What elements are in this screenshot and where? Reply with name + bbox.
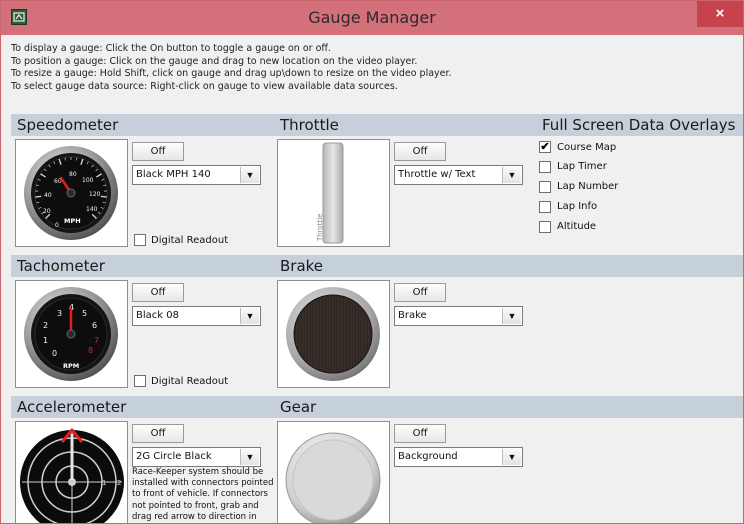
speedometer-label-80: 80 xyxy=(69,171,77,178)
overlay-course-map-checkbox[interactable]: ✔ xyxy=(539,141,551,153)
instruction-line: To position a gauge: Click on the gauge … xyxy=(11,55,418,67)
tachometer-unit: RPM xyxy=(63,362,79,370)
overlay-lap-number-label: Lap Number xyxy=(557,181,619,192)
chevron-down-icon[interactable]: ▼ xyxy=(240,449,259,465)
note-line: to front of vehicle. If connectors xyxy=(132,489,268,500)
note-line: Race-Keeper system should be xyxy=(132,467,264,477)
tachometer-label-0: 0 xyxy=(52,349,57,358)
overlay-altitude-checkbox[interactable] xyxy=(539,221,551,233)
tachometer-digital-readout-checkbox[interactable] xyxy=(134,375,146,387)
chevron-down-icon[interactable]: ▼ xyxy=(502,167,521,183)
chevron-down-icon[interactable]: ▼ xyxy=(240,167,259,183)
overlay-altitude-label: Altitude xyxy=(557,221,597,232)
tachometer-toggle-button[interactable]: Off xyxy=(132,283,184,302)
brake-title: Brake xyxy=(280,257,324,275)
throttle-title: Throttle xyxy=(280,116,339,134)
speedometer-tick xyxy=(64,157,66,161)
speedometer-tick xyxy=(35,195,42,198)
tachometer-label-3: 3 xyxy=(57,309,62,318)
speedometer-gauge-preview[interactable]: 0 20 40 60 80 100 120 140 MPH xyxy=(15,139,128,247)
speedometer-unit: MPH xyxy=(64,217,81,225)
speedometer-tick xyxy=(76,157,78,161)
throttle-gauge-preview[interactable]: Throttle xyxy=(277,139,390,247)
title-bar[interactable]: Gauge Manager × xyxy=(1,1,743,35)
chevron-down-icon[interactable]: ▼ xyxy=(240,308,259,324)
speedometer-label-100: 100 xyxy=(82,177,94,184)
accelerometer-toggle-button[interactable]: Off xyxy=(132,424,184,443)
tachometer-label-5: 5 xyxy=(82,309,87,318)
window-title: Gauge Manager xyxy=(308,8,436,27)
close-button[interactable]: × xyxy=(697,1,743,27)
throttle-bar-text: Throttle xyxy=(316,214,324,242)
gauge-manager-window: Gauge Manager × To display a gauge: Clic… xyxy=(0,0,744,524)
overlays-title: Full Screen Data Overlays xyxy=(542,116,736,134)
tachometer-title: Tachometer xyxy=(17,257,105,275)
tachometer-digital-readout-label: Digital Readout xyxy=(151,376,229,387)
overlay-lap-timer-checkbox[interactable] xyxy=(539,161,551,173)
speedometer-toggle-button[interactable]: Off xyxy=(132,142,184,161)
tachometer-label-1: 1 xyxy=(43,336,48,345)
tachometer-label-7: 7 xyxy=(94,336,99,345)
throttle-style-select[interactable]: Throttle w/ Text ▼ xyxy=(394,165,523,185)
accelerometer-ring-label-2: 2 xyxy=(117,479,121,487)
overlay-lap-info-checkbox[interactable] xyxy=(539,201,551,213)
speedometer-digital-readout-label: Digital Readout xyxy=(151,235,229,246)
chevron-down-icon[interactable]: ▼ xyxy=(502,308,521,324)
note-line: drag red arrow to direction in xyxy=(132,511,257,522)
overlay-lap-number-checkbox[interactable] xyxy=(539,181,551,193)
brake-style-select[interactable]: Brake ▼ xyxy=(394,306,523,326)
speedometer-label-140: 140 xyxy=(86,206,98,213)
tachometer-label-2: 2 xyxy=(43,321,48,330)
overlay-course-map-label: Course Map xyxy=(557,142,617,153)
instruction-line: To select gauge data source: Right-click… xyxy=(11,80,398,92)
accelerometer-ring-label-1: 1 xyxy=(102,479,106,487)
gear-gauge-preview[interactable] xyxy=(277,421,390,523)
instruction-line: To resize a gauge: Hold Shift, click on … xyxy=(11,68,452,80)
speedometer-label-0: 0 xyxy=(55,222,59,229)
accelerometer-note: Race-Keeper system should be installed w… xyxy=(132,467,274,523)
speedometer-label-40: 40 xyxy=(44,192,52,199)
tachometer-style-select[interactable]: Black 08 ▼ xyxy=(132,306,261,326)
tachometer-style-value: Black 08 xyxy=(136,310,179,321)
brake-style-value: Brake xyxy=(398,310,427,321)
instruction-line: To display a gauge: Click the On button … xyxy=(11,43,331,54)
speedometer-digital-readout-checkbox[interactable] xyxy=(134,234,146,246)
note-line: installed with connectors pointed xyxy=(132,478,274,489)
accelerometer-title: Accelerometer xyxy=(17,398,127,416)
throttle-toggle-button[interactable]: Off xyxy=(394,142,446,161)
speedometer-style-select[interactable]: Black MPH 140 ▼ xyxy=(132,165,261,185)
gear-toggle-button[interactable]: Off xyxy=(394,424,446,443)
gear-title: Gear xyxy=(280,398,317,416)
speedometer-tick xyxy=(100,195,107,198)
overlay-lap-info-label: Lap Info xyxy=(557,201,598,212)
brake-gauge-preview[interactable] xyxy=(277,280,390,388)
gear-style-value: Background xyxy=(398,451,458,462)
section-header-bar xyxy=(11,255,743,277)
speedometer-style-value: Black MPH 140 xyxy=(136,169,211,180)
speedometer-label-120: 120 xyxy=(89,191,101,198)
overlay-lap-timer-label: Lap Timer xyxy=(557,161,607,172)
brake-toggle-button[interactable]: Off xyxy=(394,283,446,302)
speedometer-title: Speedometer xyxy=(17,116,119,134)
throttle-style-value: Throttle w/ Text xyxy=(398,169,476,180)
accelerometer-gauge-preview[interactable]: 1 2 xyxy=(15,421,128,523)
chevron-down-icon[interactable]: ▼ xyxy=(502,449,521,465)
accelerometer-style-select[interactable]: 2G Circle Black ▼ xyxy=(132,447,261,467)
tachometer-label-8: 8 xyxy=(88,346,93,355)
gear-style-select[interactable]: Background ▼ xyxy=(394,447,523,467)
instructions: To display a gauge: Click the On button … xyxy=(11,43,731,93)
tachometer-label-6: 6 xyxy=(92,321,97,330)
speedometer-label-20: 20 xyxy=(43,208,51,215)
tachometer-gauge-preview[interactable]: 0 1 2 3 4 5 6 7 8 RPM xyxy=(15,280,128,388)
accelerometer-style-value: 2G Circle Black xyxy=(136,451,212,462)
note-line: not pointed to front, grab and xyxy=(132,500,259,511)
